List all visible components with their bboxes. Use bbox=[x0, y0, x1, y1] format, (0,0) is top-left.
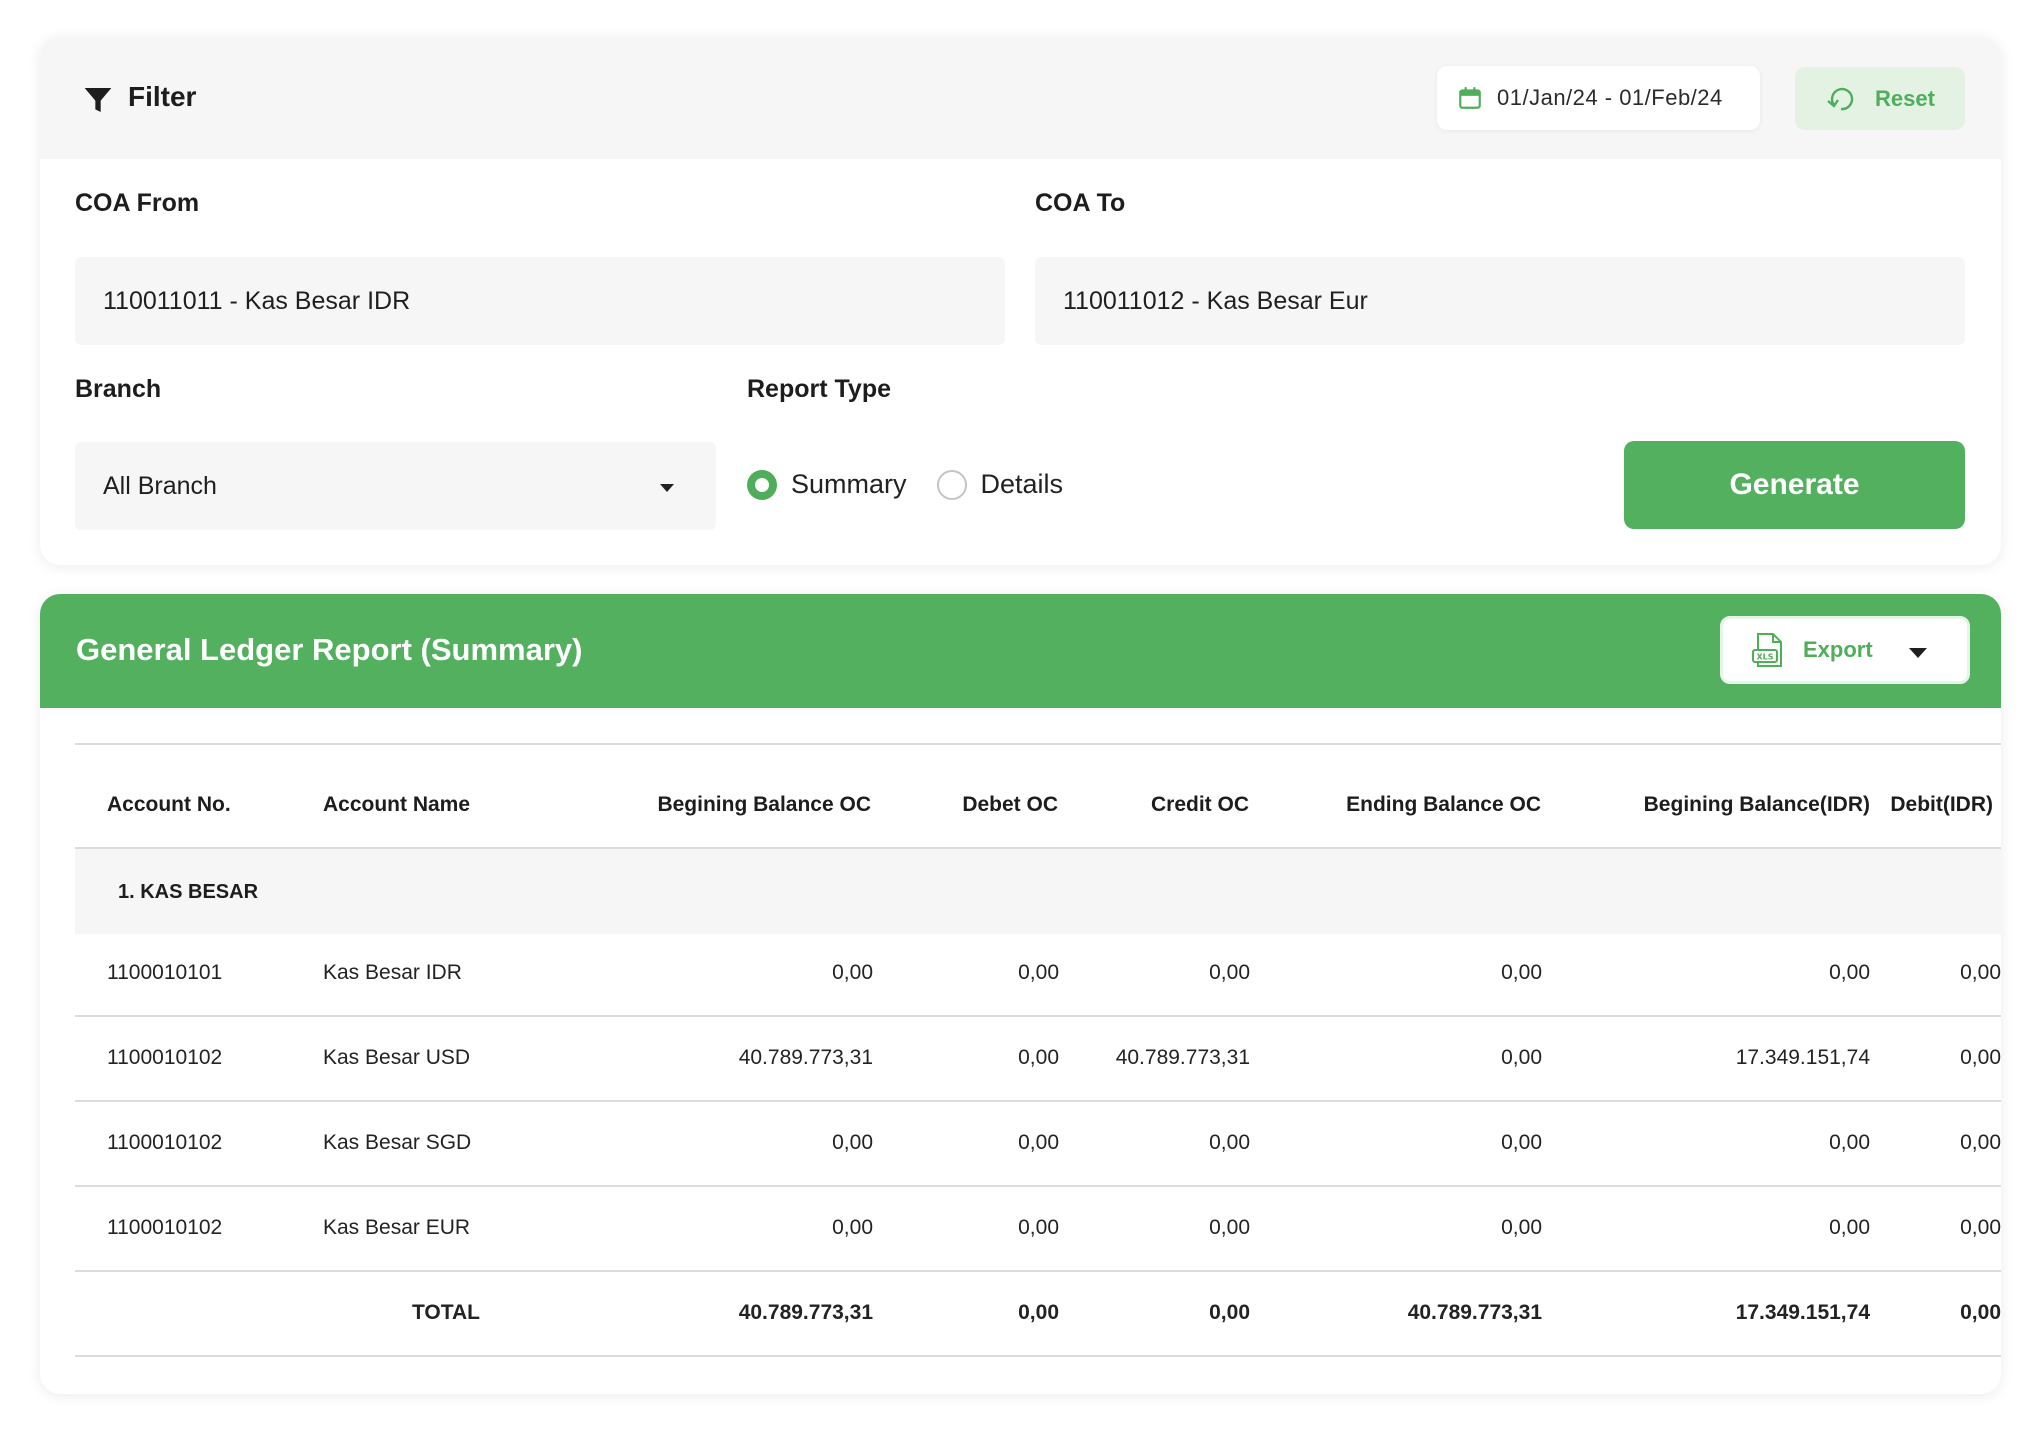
report-type-radio-group: Summary Details bbox=[747, 469, 1093, 500]
radio-summary-label: Summary bbox=[791, 469, 907, 499]
col-header-begining-balance-oc: Begining Balance OC bbox=[657, 793, 871, 816]
col-header-debet-oc: Debet OC bbox=[962, 793, 1058, 816]
table-group-row: 1. KAS BESAR bbox=[75, 849, 2001, 934]
filter-header: Filter 01/Jan/24 - 01/Feb/24 Reset bbox=[40, 37, 2001, 159]
cell-begining-balance-oc: 0,00 bbox=[832, 1131, 873, 1154]
branch-label: Branch bbox=[75, 375, 162, 403]
reset-icon bbox=[1827, 87, 1854, 110]
total-ending-balance-oc: 40.789.773,31 bbox=[1407, 1301, 1542, 1324]
cell-account-name: Kas Besar SGD bbox=[323, 1131, 472, 1154]
reset-button[interactable]: Reset bbox=[1795, 67, 1965, 130]
cell-credit-oc: 40.789.773,31 bbox=[1115, 1046, 1250, 1069]
cell-begining-balance-oc: 0,00 bbox=[832, 961, 873, 984]
divider bbox=[75, 1185, 2001, 1187]
total-debet-oc: 0,00 bbox=[1018, 1301, 1059, 1324]
total-debit-idr: 0,00 bbox=[1960, 1301, 2001, 1324]
coa-from-value: 110011011 - Kas Besar IDR bbox=[103, 286, 411, 315]
col-header-account-name: Account Name bbox=[323, 793, 471, 816]
coa-to-field[interactable]: 110011012 - Kas Besar Eur bbox=[1035, 257, 1965, 345]
cell-account-name: Kas Besar USD bbox=[323, 1046, 471, 1069]
calendar-icon bbox=[1459, 87, 1481, 109]
svg-text:XLS: XLS bbox=[1756, 653, 1773, 662]
generate-button[interactable]: Generate bbox=[1624, 441, 1965, 529]
cell-ending-balance-oc: 0,00 bbox=[1501, 1046, 1542, 1069]
total-begining-balance-oc: 40.789.773,31 bbox=[738, 1301, 873, 1324]
coa-to-value: 110011012 - Kas Besar Eur bbox=[1063, 286, 1368, 315]
total-begining-balance-idr: 17.349.151,74 bbox=[1735, 1301, 1870, 1324]
cell-debit-idr: 0,00 bbox=[1960, 961, 2001, 984]
cell-begining-balance-idr: 17.349.151,74 bbox=[1735, 1046, 1870, 1069]
cell-account-no: 1100010102 bbox=[107, 1216, 223, 1239]
col-header-debit-idr: Debit(IDR) bbox=[1890, 793, 1993, 816]
divider bbox=[75, 743, 2001, 745]
cell-begining-balance-oc: 40.789.773,31 bbox=[738, 1046, 873, 1069]
cell-credit-oc: 0,00 bbox=[1209, 961, 1250, 984]
cell-ending-balance-oc: 0,00 bbox=[1501, 1216, 1542, 1239]
cell-debet-oc: 0,00 bbox=[1018, 1131, 1059, 1154]
report-type-label: Report Type bbox=[747, 375, 891, 403]
radio-details-label: Details bbox=[980, 469, 1064, 499]
cell-account-no: 1100010102 bbox=[107, 1046, 223, 1069]
cell-debet-oc: 0,00 bbox=[1018, 961, 1059, 984]
cell-account-no: 1100010101 bbox=[107, 961, 223, 984]
divider bbox=[75, 1015, 2001, 1017]
divider bbox=[75, 1270, 2001, 1272]
radio-details[interactable]: Details bbox=[936, 469, 1064, 500]
export-label: Export bbox=[1803, 637, 1873, 662]
col-header-account-no: Account No. bbox=[107, 793, 231, 816]
report-header: General Ledger Report (Summary) XLS Expo… bbox=[40, 594, 2001, 708]
xls-file-icon: XLS bbox=[1752, 633, 1782, 667]
divider bbox=[75, 1100, 2001, 1102]
coa-from-label: COA From bbox=[75, 189, 200, 217]
total-credit-oc: 0,00 bbox=[1209, 1301, 1250, 1324]
radio-summary-indicator bbox=[747, 469, 777, 500]
caret-down-icon bbox=[660, 484, 674, 492]
branch-select[interactable]: All Branch bbox=[75, 442, 716, 530]
report-title: General Ledger Report (Summary) bbox=[76, 632, 583, 667]
cell-begining-balance-oc: 0,00 bbox=[832, 1216, 873, 1239]
cell-credit-oc: 0,00 bbox=[1209, 1216, 1250, 1239]
total-label: TOTAL bbox=[411, 1301, 480, 1324]
col-header-credit-oc: Credit OC bbox=[1150, 793, 1249, 816]
radio-summary[interactable]: Summary bbox=[747, 469, 907, 500]
cell-debet-oc: 0,00 bbox=[1018, 1046, 1059, 1069]
coa-to-label: COA To bbox=[1035, 189, 1126, 217]
cell-account-name: Kas Besar EUR bbox=[323, 1216, 471, 1239]
col-header-ending-balance-oc: Ending Balance OC bbox=[1346, 793, 1541, 816]
export-button[interactable]: XLS Export bbox=[1720, 616, 1970, 684]
filter-title: Filter bbox=[128, 81, 197, 112]
cell-ending-balance-oc: 0,00 bbox=[1501, 1131, 1542, 1154]
col-header-begining-balance-idr: Begining Balance(IDR) bbox=[1643, 793, 1870, 816]
filter-icon bbox=[84, 88, 112, 112]
branch-value: All Branch bbox=[103, 471, 217, 500]
date-range-value: 01/Jan/24 - 01/Feb/24 bbox=[1497, 85, 1723, 110]
reset-label: Reset bbox=[1875, 85, 1935, 111]
date-range-picker[interactable]: 01/Jan/24 - 01/Feb/24 bbox=[1437, 66, 1760, 130]
group-label: 1. KAS BESAR bbox=[118, 881, 259, 903]
cell-begining-balance-idr: 0,00 bbox=[1829, 1131, 1870, 1154]
cell-begining-balance-idr: 0,00 bbox=[1829, 961, 1870, 984]
cell-account-no: 1100010102 bbox=[107, 1131, 223, 1154]
filter-panel: Filter 01/Jan/24 - 01/Feb/24 Reset COA F… bbox=[40, 37, 2001, 565]
cell-debit-idr: 0,00 bbox=[1960, 1131, 2001, 1154]
divider bbox=[75, 1355, 2001, 1357]
radio-details-indicator bbox=[936, 469, 967, 500]
cell-debit-idr: 0,00 bbox=[1960, 1216, 2001, 1239]
chevron-down-icon[interactable] bbox=[1909, 648, 1927, 658]
cell-account-name: Kas Besar IDR bbox=[323, 961, 462, 984]
cell-ending-balance-oc: 0,00 bbox=[1501, 961, 1542, 984]
coa-from-field[interactable]: 110011011 - Kas Besar IDR bbox=[75, 257, 1005, 345]
report-panel: General Ledger Report (Summary) XLS Expo… bbox=[40, 594, 2001, 1394]
cell-credit-oc: 0,00 bbox=[1209, 1131, 1250, 1154]
ledger-table: Account No. Account Name Begining Balanc… bbox=[75, 743, 2001, 1359]
cell-debet-oc: 0,00 bbox=[1018, 1216, 1059, 1239]
cell-debit-idr: 0,00 bbox=[1960, 1046, 2001, 1069]
cell-begining-balance-idr: 0,00 bbox=[1829, 1216, 1870, 1239]
